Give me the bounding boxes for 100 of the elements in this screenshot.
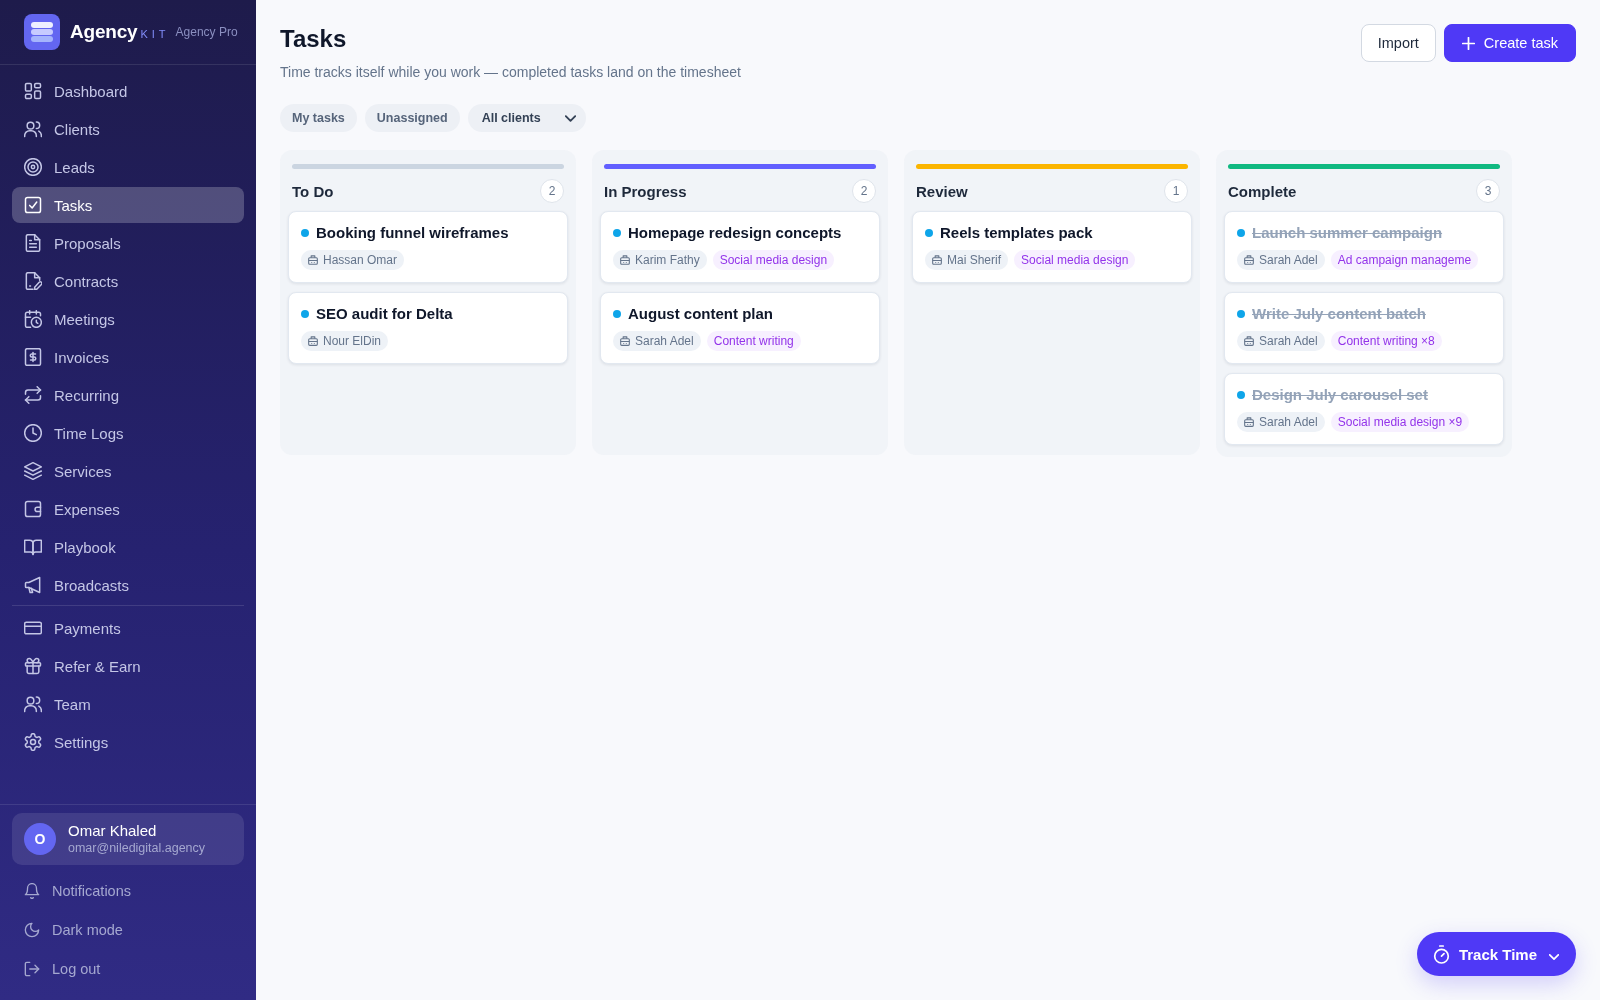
calendar-clock-icon — [24, 310, 42, 328]
task-title: Write July content batch — [1252, 304, 1426, 324]
task-count: 2 — [852, 179, 876, 203]
nav-item[interactable]: Refer & Earn — [12, 648, 244, 684]
footer-item[interactable]: Dark mode — [12, 912, 244, 948]
task-title: Reels templates pack — [940, 223, 1093, 243]
task-card[interactable]: Write July content batch Sarah Adel Content writing ×8 — [1224, 292, 1504, 364]
task-card[interactable]: August content plan Sarah Adel Content writing — [600, 292, 880, 364]
task-card[interactable]: Reels templates pack Mai Sherif Social media design — [912, 211, 1192, 283]
page-title: Tasks — [280, 24, 348, 54]
client-name: Sarah Adel — [635, 334, 694, 348]
client-name: Karim Fathy — [635, 253, 700, 267]
status-dot-icon — [925, 229, 933, 237]
service-tag: Ad campaign manageme — [1330, 250, 1479, 270]
task-title: Booking funnel wireframes — [316, 223, 509, 243]
nav-item[interactable]: Clients — [12, 111, 244, 147]
briefcase-icon — [308, 255, 318, 265]
checkbox-icon — [24, 196, 42, 214]
client-name: Sarah Adel — [1259, 415, 1318, 429]
import-button[interactable]: Import — [1360, 24, 1436, 62]
column-title: Review — [916, 182, 968, 200]
user-avatar: O — [24, 823, 56, 855]
briefcase-icon — [1244, 417, 1254, 427]
wallet-icon — [24, 500, 42, 518]
user-email: omar@niledigital.agency — [68, 840, 206, 856]
filter-chip[interactable]: My tasks — [280, 104, 357, 132]
nav-item[interactable]: Recurring — [12, 377, 244, 413]
column-title: Complete — [1228, 182, 1297, 200]
credit-card-icon — [24, 619, 42, 637]
column-title: In Progress — [604, 182, 687, 200]
dashboard-grid-icon — [24, 82, 42, 100]
moon-icon — [24, 922, 40, 938]
chevron-down-icon — [1549, 953, 1559, 960]
service-tag: Social media design ×9 — [1330, 412, 1470, 432]
people-icon — [24, 695, 42, 713]
task-title: August content plan — [628, 304, 773, 324]
track-time-button[interactable]: Track Time — [1416, 932, 1576, 976]
task-count: 2 — [540, 179, 564, 203]
footer-item[interactable]: Log out — [12, 951, 244, 987]
settings-icon — [24, 733, 42, 751]
task-card[interactable]: SEO audit for Delta Nour ElDin — [288, 292, 568, 364]
client-dropdown[interactable]: All clients — [467, 104, 586, 132]
task-title: Homepage redesign concepts — [628, 223, 842, 243]
briefcase-icon — [620, 336, 630, 346]
nav-item[interactable]: Invoices — [12, 339, 244, 375]
dollar-receipt-icon — [24, 348, 42, 366]
nav-item[interactable]: Payments — [12, 610, 244, 646]
plan-label: Agency Pro — [175, 25, 238, 39]
create-task-button[interactable]: Create task — [1443, 24, 1576, 62]
task-card[interactable]: Homepage redesign concepts Karim Fathy Social media design — [600, 211, 880, 283]
page-subtitle: Time tracks itself while you work — completed tasks land on the timesheet — [280, 63, 741, 82]
nav-item[interactable]: Dashboard — [12, 73, 244, 109]
filter-chip[interactable]: Unassigned — [364, 104, 460, 132]
nav-item[interactable]: Tasks — [12, 187, 244, 223]
megaphone-icon — [24, 576, 42, 594]
logout-icon — [24, 961, 40, 977]
status-dot-icon — [613, 310, 621, 318]
gift-icon — [24, 657, 42, 675]
nav-item[interactable]: Proposals — [12, 225, 244, 261]
layers-icon — [24, 462, 42, 480]
briefcase-icon — [308, 336, 318, 346]
column-title: To Do — [292, 182, 334, 200]
task-count: 1 — [1164, 179, 1188, 203]
nav-item[interactable]: Playbook — [12, 529, 244, 565]
nav-item[interactable]: Settings — [12, 724, 244, 760]
nav-item[interactable]: Contracts — [12, 263, 244, 299]
status-dot-icon — [1237, 310, 1245, 318]
briefcase-icon — [1244, 336, 1254, 346]
task-title: SEO audit for Delta — [316, 304, 453, 324]
user-card[interactable]: O Omar Khaled omar@niledigital.agency — [12, 813, 244, 865]
service-tag: Content writing — [706, 331, 801, 351]
nav-item[interactable]: Services — [12, 453, 244, 489]
client-name: Mai Sherif — [947, 253, 1002, 267]
repeat-arrows-icon — [24, 386, 42, 404]
nav-item[interactable]: Time Logs — [12, 415, 244, 451]
brand-suffix: KIT — [140, 27, 170, 40]
client-name: Hassan Omar — [323, 253, 398, 267]
status-dot-icon — [1237, 229, 1245, 237]
briefcase-icon — [620, 255, 630, 265]
nav-item[interactable]: Broadcasts — [12, 567, 244, 603]
service-tag: Content writing ×8 — [1330, 331, 1442, 351]
task-title: Design July carousel set — [1252, 385, 1428, 405]
nav-item[interactable]: Expenses — [12, 491, 244, 527]
status-dot-icon — [1237, 391, 1245, 399]
status-dot-icon — [301, 310, 309, 318]
task-title: Launch summer campaign — [1252, 223, 1443, 243]
task-card[interactable]: Design July carousel set Sarah Adel Social media design ×9 — [1224, 373, 1504, 445]
task-card[interactable]: Booking funnel wireframes Hassan Omar — [288, 211, 568, 283]
target-icon — [24, 158, 42, 176]
client-name: Sarah Adel — [1259, 334, 1318, 348]
service-tag: Social media design — [712, 250, 835, 270]
people-icon — [24, 120, 42, 138]
bell-icon — [24, 883, 40, 899]
document-icon — [24, 234, 42, 252]
nav-item[interactable]: Leads — [12, 149, 244, 185]
nav-item[interactable]: Meetings — [12, 301, 244, 337]
nav-item[interactable]: Team — [12, 686, 244, 722]
task-card[interactable]: Launch summer campaign Sarah Adel Ad campaign manageme — [1224, 211, 1504, 283]
footer-item[interactable]: Notifications — [12, 873, 244, 909]
plus-icon — [1461, 36, 1475, 50]
